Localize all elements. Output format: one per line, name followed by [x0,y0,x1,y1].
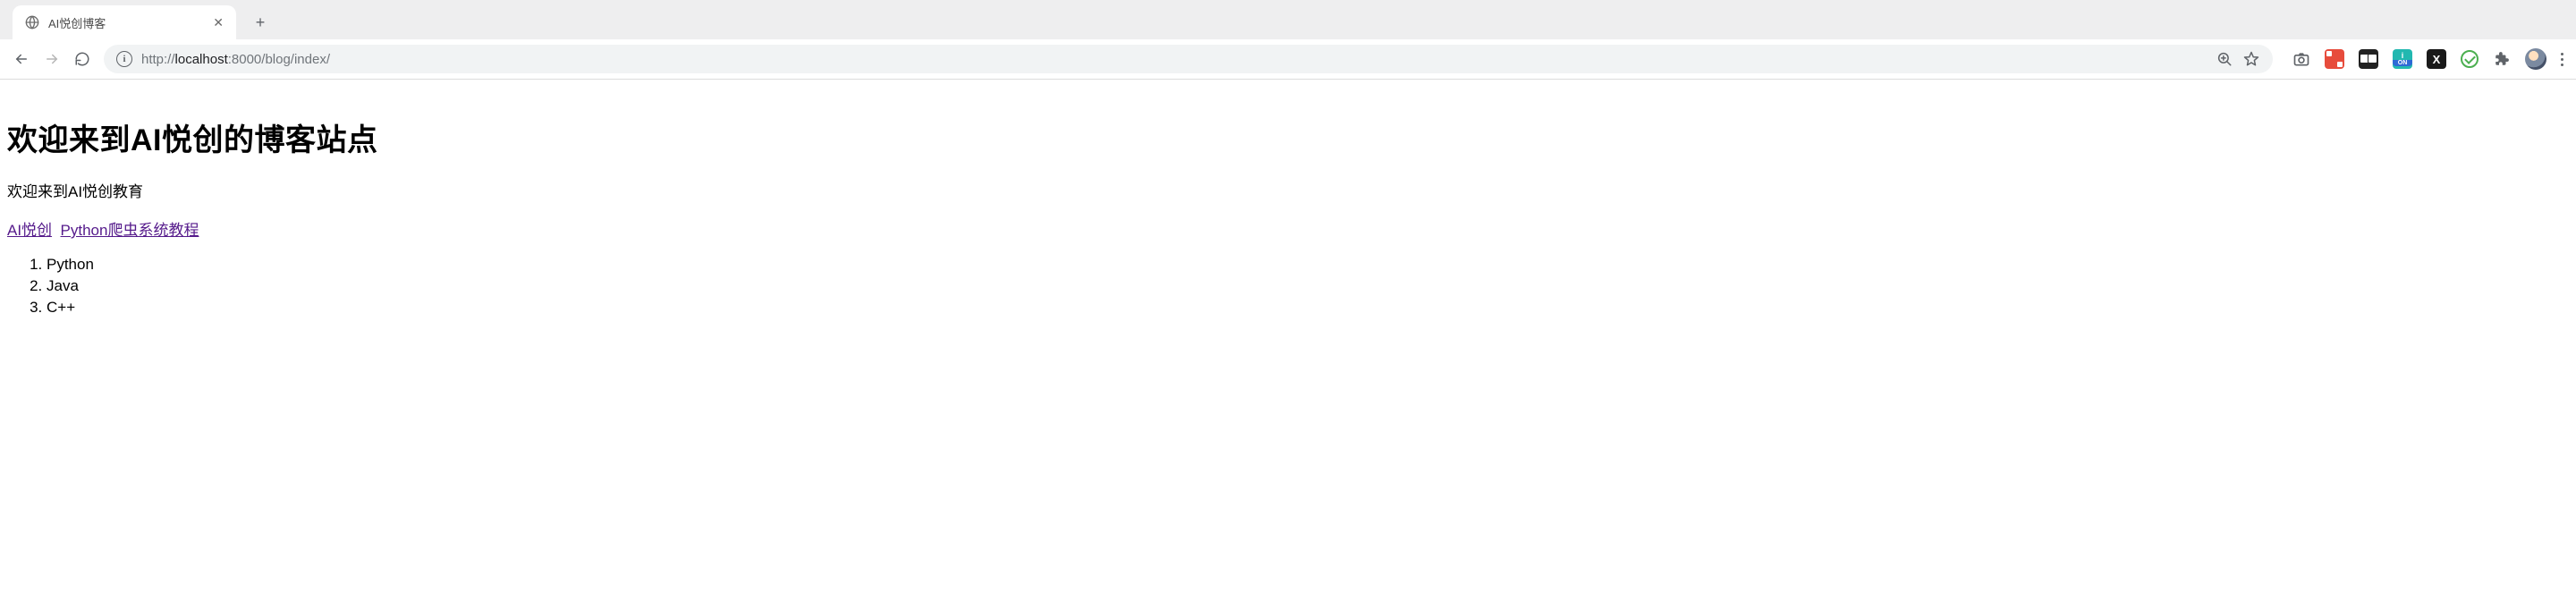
profile-avatar[interactable] [2525,48,2546,70]
link-aiyuechuang[interactable]: AI悦创 [7,222,52,239]
extension-panda-icon[interactable] [2359,49,2378,69]
link-python-crawler-tutorial[interactable]: Python爬虫系统教程 [61,222,199,239]
bookmark-star-icon[interactable] [2242,50,2260,68]
url-protocol: http:// [141,52,175,67]
reload-button[interactable] [73,50,91,68]
url-text: http://localhost:8000/blog/index/ [141,52,2207,67]
globe-icon [25,15,39,30]
zoom-icon[interactable] [2216,50,2233,68]
browser-tab[interactable]: AI悦创博客 ✕ [13,5,236,39]
list-item: Python [47,256,2569,274]
page-links: AI悦创 Python爬虫系统教程 [7,217,2569,240]
extension-x-icon[interactable]: X [2427,49,2446,69]
tab-title: AI悦创博客 [48,14,204,31]
page-intro: 欢迎来到AI悦创教育 [7,179,2569,201]
nav-buttons [13,50,91,68]
forward-button[interactable] [43,50,61,68]
camera-icon[interactable] [2292,50,2310,68]
language-list: Python Java C++ [47,256,2569,317]
page-heading: 欢迎来到AI悦创的博客站点 [7,115,2569,159]
toolbar-right-icons: i ON X [2285,48,2563,70]
tab-strip: AI悦创博客 ✕ + [0,0,2576,39]
site-info-icon[interactable]: i [116,51,132,67]
extensions-puzzle-icon[interactable] [2493,50,2511,68]
browser-toolbar: i http://localhost:8000/blog/index/ i ON… [0,39,2576,79]
close-tab-icon[interactable]: ✕ [213,16,224,29]
extension-info-on-icon[interactable]: i ON [2393,49,2412,69]
list-item: C++ [47,299,2569,317]
new-tab-button[interactable]: + [247,9,274,36]
extension-check-icon[interactable] [2461,50,2479,68]
page-content: 欢迎来到AI悦创的博客站点 欢迎来到AI悦创教育 AI悦创 Python爬虫系统… [0,80,2576,340]
extension-window-icon[interactable] [2325,49,2344,69]
url-path: :8000/blog/index/ [228,52,330,67]
browser-chrome: AI悦创博客 ✕ + i http://localhost:8000/blog/… [0,0,2576,80]
list-item: Java [47,277,2569,295]
url-host: localhost [175,52,228,67]
back-button[interactable] [13,50,30,68]
address-bar[interactable]: i http://localhost:8000/blog/index/ [104,45,2273,73]
browser-menu-button[interactable] [2561,53,2563,66]
